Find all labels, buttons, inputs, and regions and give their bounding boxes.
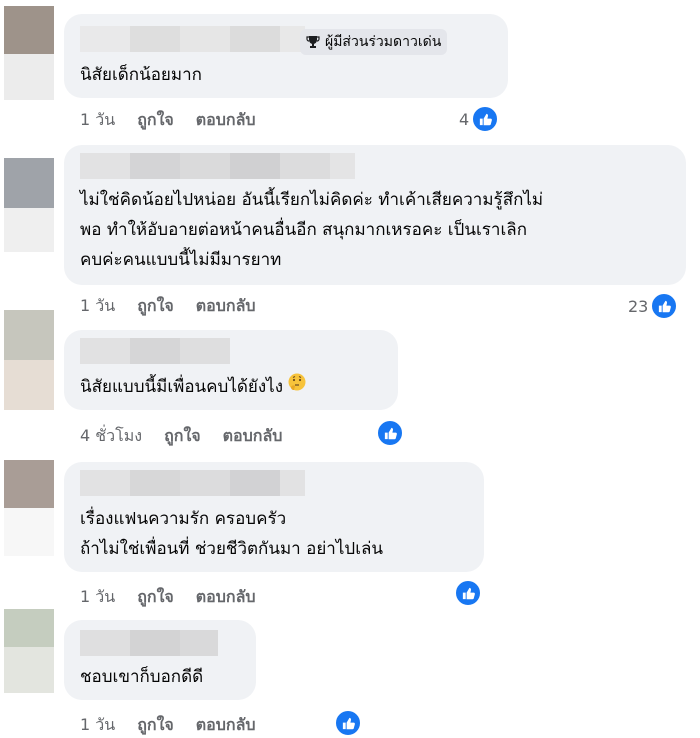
avatar[interactable]: [4, 6, 54, 100]
comment-bubble: ชอบเขาก็บอกดีดี: [64, 620, 256, 700]
reaction-count: 23: [628, 296, 649, 316]
comment-bubble: ไม่ใช่คิดน้อยไปหน่อย อันนี้เรียกไม่คิดค่…: [64, 145, 686, 285]
like-button[interactable]: ถูกใจ: [137, 713, 174, 738]
avatar[interactable]: [4, 460, 54, 556]
reply-button[interactable]: ตอบกลับ: [196, 585, 256, 610]
comment-timestamp[interactable]: 4 ชั่วโมง: [80, 424, 142, 449]
comment-text-content: นิสัยแบบนี้มีเพื่อนคบได้ยังไง: [80, 377, 284, 397]
comment-text: ชอบเขาก็บอกดีดี: [80, 667, 204, 687]
like-button[interactable]: ถูกใจ: [164, 424, 201, 449]
author-name-blurred[interactable]: [80, 470, 305, 496]
thinking-face-icon: [287, 372, 307, 402]
thumbs-up-icon: [454, 579, 482, 607]
comment-bubble: ผู้มีส่วนร่วมดาวเด่น นิสัยเด็กน้อยมาก: [64, 14, 508, 98]
reaction-summary[interactable]: [376, 419, 404, 447]
reaction-count: 4: [459, 109, 470, 129]
thumbs-up-icon: [471, 105, 500, 133]
author-name-blurred[interactable]: [80, 630, 218, 656]
comment-text-line: คบค่ะคนแบบนี้ไม่มีมารยาท: [80, 250, 282, 270]
comment-actions: 4 ชั่วโมง ถูกใจ ตอบกลับ: [80, 424, 304, 448]
comment-actions: 1 วัน ถูกใจ ตอบกลับ: [80, 108, 278, 132]
reaction-summary[interactable]: 4: [459, 105, 500, 133]
comment-timestamp[interactable]: 1 วัน: [80, 294, 115, 319]
reply-button[interactable]: ตอบกลับ: [223, 424, 283, 449]
comment-actions: 1 วัน ถูกใจ ตอบกลับ: [80, 585, 278, 609]
avatar[interactable]: [4, 158, 54, 252]
author-name-blurred[interactable]: [80, 26, 305, 52]
top-fan-badge[interactable]: ผู้มีส่วนร่วมดาวเด่น: [300, 29, 448, 55]
thumbs-up-icon: [650, 292, 679, 320]
author-name-blurred[interactable]: [80, 153, 355, 179]
comment-actions: 1 วัน ถูกใจ ตอบกลับ: [80, 294, 278, 318]
like-button[interactable]: ถูกใจ: [137, 585, 174, 610]
comment-text-line: ถ้าไม่ใช่เพื่อนที่ ช่วยชีวิตกันมา อย่าไป…: [80, 539, 384, 559]
comment-actions: 1 วัน ถูกใจ ตอบกลับ: [80, 713, 278, 737]
comment-timestamp[interactable]: 1 วัน: [80, 585, 115, 610]
thumbs-up-icon: [376, 419, 404, 447]
reaction-summary[interactable]: [334, 709, 362, 737]
comment-timestamp[interactable]: 1 วัน: [80, 713, 115, 738]
avatar[interactable]: [4, 609, 54, 693]
author-name-blurred[interactable]: [80, 338, 230, 364]
reaction-summary[interactable]: 23: [628, 292, 679, 320]
comment-text: นิสัยแบบนี้มีเพื่อนคบได้ยังไง: [80, 372, 307, 402]
thumbs-up-icon: [334, 709, 362, 737]
comment-text: นิสัยเด็กน้อยมาก: [80, 65, 202, 85]
badge-label: ผู้มีส่วนร่วมดาวเด่น: [325, 34, 442, 50]
trophy-icon: [306, 35, 320, 49]
reply-button[interactable]: ตอบกลับ: [196, 294, 256, 319]
comment-timestamp[interactable]: 1 วัน: [80, 108, 115, 133]
comment-text-line: ไม่ใช่คิดน้อยไปหน่อย อันนี้เรียกไม่คิดค่…: [80, 190, 544, 210]
comment-text-line: พอ ทำให้อับอายต่อหน้าคนอื่นอีก สนุกมากเห…: [80, 220, 527, 240]
like-button[interactable]: ถูกใจ: [137, 294, 174, 319]
reaction-summary[interactable]: [454, 579, 482, 607]
reply-button[interactable]: ตอบกลับ: [196, 108, 256, 133]
avatar[interactable]: [4, 310, 54, 410]
comment-bubble: เรื่องแฟนความรัก ครอบครัว ถ้าไม่ใช่เพื่อ…: [64, 462, 484, 572]
like-button[interactable]: ถูกใจ: [137, 108, 174, 133]
reply-button[interactable]: ตอบกลับ: [196, 713, 256, 738]
comment-text-line: เรื่องแฟนความรัก ครอบครัว: [80, 509, 287, 529]
comment-bubble: นิสัยแบบนี้มีเพื่อนคบได้ยังไง: [64, 330, 398, 410]
